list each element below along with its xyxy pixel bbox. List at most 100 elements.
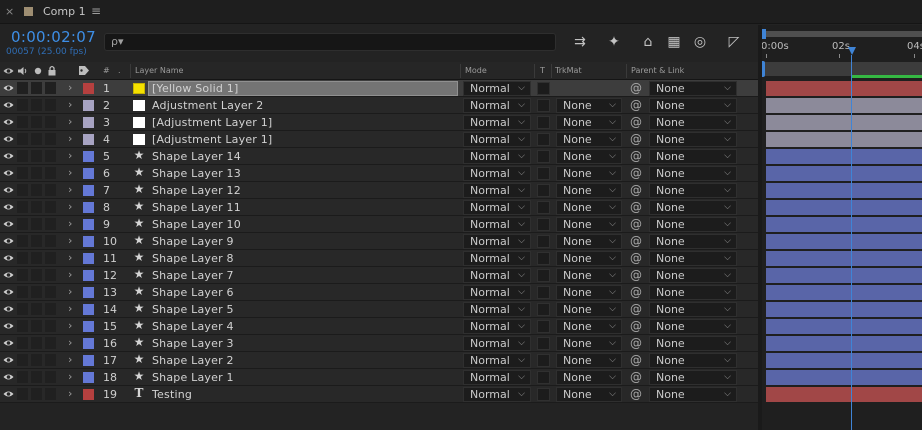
layer-name[interactable]: Shape Layer 6 [152,286,234,299]
layer-row[interactable]: › 13 ★ Shape Layer 6 Normal ⌵ None ⌵ @ None ⌵ [0,284,760,301]
parent-dropdown[interactable]: None ⌵ [649,302,737,317]
label-color-swatch[interactable] [83,117,94,128]
label-color-swatch[interactable] [83,338,94,349]
audio-switch[interactable] [17,218,28,230]
chevron-right-icon[interactable]: › [68,234,72,247]
preserve-transparency-toggle[interactable] [537,371,550,384]
trkmat-dropdown[interactable]: None ⌵ [556,251,622,266]
audio-switch[interactable] [17,388,28,400]
blend-mode-dropdown[interactable]: Normal ⌵ [463,251,531,266]
layer-row[interactable]: › 2 Adjustment Layer 2 Normal ⌵ None ⌵ @ None ⌵ [0,97,760,114]
preserve-transparency-toggle[interactable] [537,269,550,282]
timeline-graph-area[interactable]: 0:00s 02s 04s [762,25,922,430]
layer-search[interactable]: ρ▾ [104,33,556,51]
chevron-right-icon[interactable]: › [68,183,72,196]
audio-switch[interactable] [17,320,28,332]
layer-duration-bar[interactable] [766,268,922,283]
label-color-swatch[interactable] [83,134,94,145]
blend-mode-dropdown[interactable]: Normal ⌵ [463,285,531,300]
solo-switch[interactable] [31,167,42,179]
pickwhip-spiral-icon[interactable]: @ [630,319,642,333]
eye-icon[interactable] [3,219,14,229]
solo-switch[interactable] [31,201,42,213]
layer-duration-bar[interactable] [766,302,922,317]
layer-row[interactable]: › 16 ★ Shape Layer 3 Normal ⌵ None ⌵ @ None ⌵ [0,335,760,352]
layer-name[interactable]: Shape Layer 5 [152,303,234,316]
pickwhip-spiral-icon[interactable]: @ [630,149,642,163]
lock-switch[interactable] [45,235,56,247]
chevron-right-icon[interactable]: › [68,98,72,111]
chevron-right-icon[interactable]: › [68,217,72,230]
eye-icon[interactable] [3,321,14,331]
eye-icon[interactable] [3,202,14,212]
audio-switch[interactable] [17,82,28,94]
layer-duration-bar[interactable] [766,81,922,96]
layer-row[interactable]: › 15 ★ Shape Layer 4 Normal ⌵ None ⌵ @ None ⌵ [0,318,760,335]
layer-row[interactable]: › 19 T Testing Normal ⌵ None ⌵ @ None ⌵ [0,386,760,403]
parent-dropdown[interactable]: None ⌵ [649,149,737,164]
eye-icon[interactable] [3,185,14,195]
layer-row[interactable]: › 8 ★ Shape Layer 11 Normal ⌵ None ⌵ @ None ⌵ [0,199,760,216]
label-color-swatch[interactable] [83,389,94,400]
parent-dropdown[interactable]: None ⌵ [649,115,737,130]
pickwhip-spiral-icon[interactable]: @ [630,268,642,282]
solo-switch[interactable] [31,218,42,230]
trkmat-dropdown[interactable]: None ⌵ [556,302,622,317]
chevron-right-icon[interactable]: › [68,115,72,128]
lock-switch[interactable] [45,218,56,230]
blend-mode-dropdown[interactable]: Normal ⌵ [463,234,531,249]
chevron-right-icon[interactable]: › [68,149,72,162]
chevron-right-icon[interactable]: › [68,200,72,213]
solo-switch[interactable] [31,184,42,196]
motion-blur-icon[interactable]: ◎ [690,32,710,52]
audio-switch[interactable] [17,167,28,179]
eye-icon[interactable] [3,117,14,127]
layer-name[interactable]: Shape Layer 8 [152,252,234,265]
layer-row[interactable]: › 1 [Yellow Solid 1] Normal ⌵ @ None ⌵ [0,80,760,97]
eye-icon[interactable] [3,304,14,314]
current-time-indicator-head[interactable] [848,47,856,55]
chevron-right-icon[interactable]: › [68,302,72,315]
chevron-right-icon[interactable]: › [68,268,72,281]
label-color-swatch[interactable] [83,270,94,281]
solo-switch[interactable] [31,99,42,111]
audio-switch[interactable] [17,286,28,298]
chevron-right-icon[interactable]: › [68,166,72,179]
speaker-icon[interactable] [17,66,28,76]
layer-name[interactable]: Shape Layer 9 [152,235,234,248]
layer-row[interactable]: › 5 ★ Shape Layer 14 Normal ⌵ None ⌵ @ None ⌵ [0,148,760,165]
preserve-transparency-toggle[interactable] [537,303,550,316]
eye-icon[interactable] [3,270,14,280]
chevron-right-icon[interactable]: › [68,251,72,264]
label-color-swatch[interactable] [83,83,94,94]
pickwhip-spiral-icon[interactable]: @ [630,353,642,367]
chevron-right-icon[interactable]: › [68,353,72,366]
audio-switch[interactable] [17,303,28,315]
eye-icon[interactable] [3,253,14,263]
layer-name[interactable]: Testing [152,388,192,401]
audio-switch[interactable] [17,337,28,349]
blend-mode-dropdown[interactable]: Normal ⌵ [463,217,531,232]
trkmat-dropdown[interactable]: None ⌵ [556,268,622,283]
solo-dot-icon[interactable] [34,67,42,75]
parent-dropdown[interactable]: None ⌵ [649,234,737,249]
solo-switch[interactable] [31,320,42,332]
blend-mode-dropdown[interactable]: Normal ⌵ [463,81,531,96]
eye-icon[interactable] [3,151,14,161]
layer-duration-bar[interactable] [766,285,922,300]
label-color-swatch[interactable] [83,236,94,247]
eye-icon[interactable] [3,372,14,382]
layer-name[interactable]: Shape Layer 13 [152,167,241,180]
solo-switch[interactable] [31,286,42,298]
layer-name[interactable]: [Yellow Solid 1] [152,82,238,95]
solo-switch[interactable] [31,82,42,94]
pickwhip-spiral-icon[interactable]: @ [630,285,642,299]
layer-duration-bar[interactable] [766,166,922,181]
audio-switch[interactable] [17,184,28,196]
audio-switch[interactable] [17,116,28,128]
chevron-right-icon[interactable]: › [68,285,72,298]
label-color-swatch[interactable] [83,372,94,383]
label-color-swatch[interactable] [83,100,94,111]
layer-name[interactable]: Shape Layer 11 [152,201,241,214]
layer-row[interactable]: › 18 ★ Shape Layer 1 Normal ⌵ None ⌵ @ None ⌵ [0,369,760,386]
